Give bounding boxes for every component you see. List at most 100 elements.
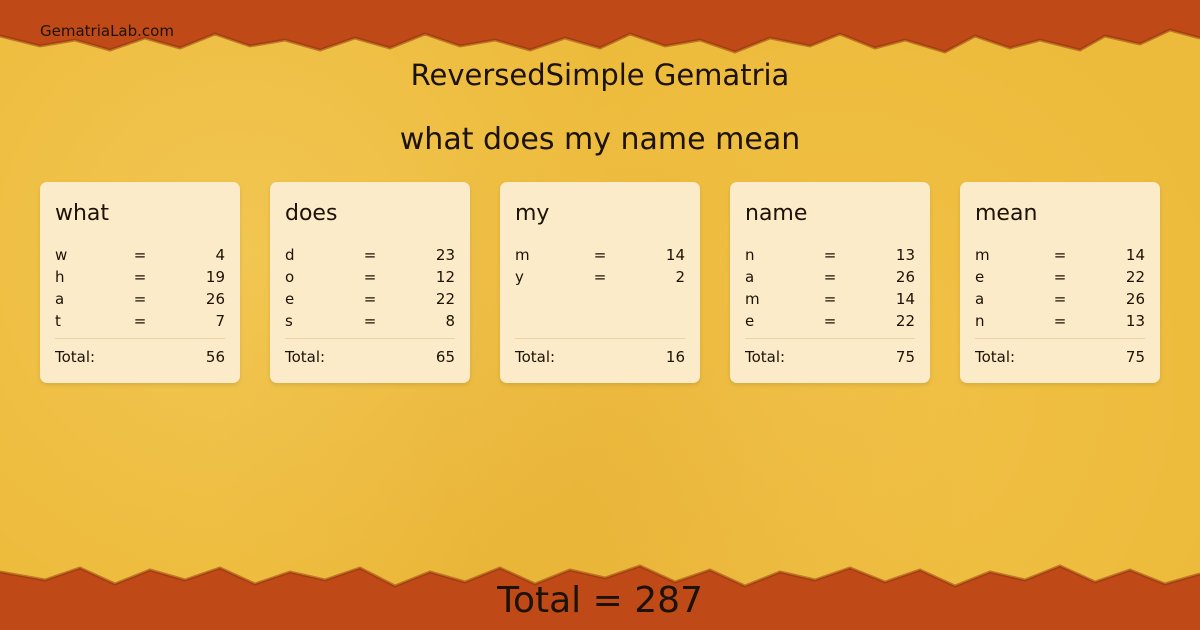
letter-value: 23: [435, 246, 455, 264]
equals-sign: =: [133, 312, 147, 330]
word-cards: what w = 4 h = 19 a = 26 t = 7 Total: 56 does d = 2…: [40, 182, 1160, 383]
letter: a: [975, 290, 985, 308]
letter: o: [285, 268, 295, 286]
card-total: Total: 56: [55, 348, 225, 366]
equals-sign: =: [823, 290, 837, 308]
card-word: what: [55, 201, 110, 226]
letter-value: 12: [435, 268, 455, 286]
total-value: 65: [435, 348, 455, 366]
letter-list: m = 14 y = 2: [515, 244, 685, 288]
word-card-mean: mean m = 14 e = 22 a = 26 n = 13 Total: 75: [960, 182, 1160, 383]
total-label: Total:: [745, 348, 786, 366]
letter: e: [285, 290, 295, 308]
letter-list: n = 13 a = 26 m = 14 e = 22: [745, 244, 915, 332]
letter-row: y = 2: [515, 266, 685, 288]
total-value: 56: [205, 348, 225, 366]
divider: [745, 338, 915, 339]
total-label: Total:: [285, 348, 326, 366]
letter: e: [745, 312, 755, 330]
word-card-my: my m = 14 y = 2 Total: 16: [500, 182, 700, 383]
card-total: Total: 16: [515, 348, 685, 366]
letter: w: [55, 246, 68, 264]
site-name[interactable]: GematriaLab.com: [40, 22, 174, 40]
letter: n: [975, 312, 985, 330]
equals-sign: =: [363, 312, 377, 330]
card-word: does: [285, 201, 338, 226]
letter-value: 26: [1125, 290, 1145, 308]
letter-row: n = 13: [745, 244, 915, 266]
letter-value: 2: [675, 268, 685, 286]
letter-row: a = 26: [975, 288, 1145, 310]
equals-sign: =: [363, 290, 377, 308]
divider: [285, 338, 455, 339]
letter-row: m = 14: [745, 288, 915, 310]
letter-row: s = 8: [285, 310, 455, 332]
letter-list: w = 4 h = 19 a = 26 t = 7: [55, 244, 225, 332]
total-value: 75: [895, 348, 915, 366]
equals-sign: =: [593, 246, 607, 264]
total-label: Total:: [975, 348, 1016, 366]
letter-value: 8: [445, 312, 455, 330]
equals-sign: =: [363, 268, 377, 286]
equals-sign: =: [1053, 290, 1067, 308]
divider: [975, 338, 1145, 339]
card-total: Total: 65: [285, 348, 455, 366]
divider: [55, 338, 225, 339]
equals-sign: =: [363, 246, 377, 264]
letter-row: m = 14: [975, 244, 1145, 266]
letter: e: [975, 268, 985, 286]
letter-row: o = 12: [285, 266, 455, 288]
letter-row: a = 26: [55, 288, 225, 310]
letter: y: [515, 268, 524, 286]
letter-value: 26: [895, 268, 915, 286]
total-value: 75: [1125, 348, 1145, 366]
letter-row: e = 22: [745, 310, 915, 332]
card-total: Total: 75: [975, 348, 1145, 366]
equals-sign: =: [1053, 268, 1067, 286]
letter-value: 22: [895, 312, 915, 330]
letter-value: 14: [895, 290, 915, 308]
card-word: mean: [975, 201, 1038, 226]
letter-value: 13: [1125, 312, 1145, 330]
letter-value: 7: [215, 312, 225, 330]
page-title: ReversedSimple Gematria: [410, 58, 790, 92]
letter-value: 22: [1125, 268, 1145, 286]
letter-row: e = 22: [285, 288, 455, 310]
letter: t: [55, 312, 61, 330]
letter-value: 14: [665, 246, 685, 264]
letter-value: 4: [215, 246, 225, 264]
letter-row: e = 22: [975, 266, 1145, 288]
word-card-what: what w = 4 h = 19 a = 26 t = 7 Total: 56: [40, 182, 240, 383]
equals-sign: =: [133, 246, 147, 264]
word-card-does: does d = 23 o = 12 e = 22 s = 8 Total: 65: [270, 182, 470, 383]
card-word: name: [745, 201, 808, 226]
letter: a: [55, 290, 65, 308]
card-word: my: [515, 201, 550, 226]
total-label: Total:: [55, 348, 96, 366]
letter-value: 19: [205, 268, 225, 286]
equals-sign: =: [1053, 312, 1067, 330]
letter: m: [515, 246, 530, 264]
equals-sign: =: [133, 290, 147, 308]
total-label: Total:: [515, 348, 556, 366]
letter-row: n = 13: [975, 310, 1145, 332]
equals-sign: =: [823, 312, 837, 330]
divider: [515, 338, 685, 339]
letter: h: [55, 268, 65, 286]
total-value: 16: [665, 348, 685, 366]
word-card-name: name n = 13 a = 26 m = 14 e = 22 Total: 75: [730, 182, 930, 383]
letter-value: 14: [1125, 246, 1145, 264]
letter: s: [285, 312, 293, 330]
letter: m: [745, 290, 760, 308]
letter-list: m = 14 e = 22 a = 26 n = 13: [975, 244, 1145, 332]
letter: m: [975, 246, 990, 264]
equals-sign: =: [1053, 246, 1067, 264]
letter: d: [285, 246, 295, 264]
equals-sign: =: [593, 268, 607, 286]
letter-row: w = 4: [55, 244, 225, 266]
equals-sign: =: [823, 268, 837, 286]
letter-value: 22: [435, 290, 455, 308]
letter-row: h = 19: [55, 266, 225, 288]
letter: a: [745, 268, 755, 286]
letter-row: m = 14: [515, 244, 685, 266]
